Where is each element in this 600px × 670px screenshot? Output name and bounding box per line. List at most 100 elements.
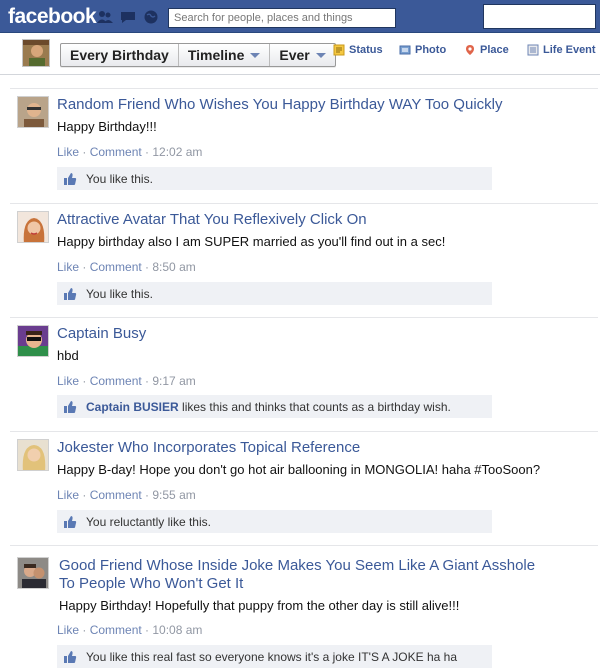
action-label: Photo [415, 44, 447, 56]
timeline-composer: Every Birthday Timeline Ever [0, 34, 600, 75]
place-pin-icon [466, 45, 474, 55]
liker-name-link[interactable]: Captain BUSIER [86, 400, 179, 414]
friend-avatar-image [18, 212, 48, 242]
notification-jewels [96, 9, 160, 25]
post-timestamp[interactable]: 9:17 am [152, 374, 195, 388]
wall-post: Attractive Avatar That You Reflexively C… [17, 211, 598, 311]
search-input[interactable]: Search for people, places and things [168, 8, 396, 28]
top-navigation-bar: facebook Search for people, places and t… [0, 0, 600, 33]
comment-link[interactable]: Comment [90, 260, 142, 274]
post-author-link[interactable]: Captain Busy [57, 325, 146, 343]
comment-link[interactable]: Comment [90, 374, 142, 388]
post-message: hbd [57, 348, 79, 363]
meta-separator: · [79, 374, 90, 388]
life-event-icon [527, 44, 539, 56]
thumbs-up-icon [64, 400, 77, 413]
like-link[interactable]: Like [57, 374, 79, 388]
meta-separator: · [79, 488, 90, 502]
chevron-down-icon [250, 52, 261, 58]
post-meta: Like · Comment · 8:50 am [57, 260, 196, 274]
likes-text: You reluctantly like this. [86, 514, 211, 529]
filter-label: Ever [279, 47, 310, 63]
meta-separator: · [141, 145, 153, 159]
likes-summary: You like this. [57, 167, 492, 190]
post-meta: Like · Comment · 9:17 am [57, 374, 196, 388]
account-area[interactable] [483, 4, 596, 29]
photo-icon [399, 45, 411, 55]
filter-label: Timeline [187, 47, 245, 63]
comment-link[interactable]: Comment [90, 623, 142, 637]
post-avatar[interactable] [17, 557, 49, 589]
timeline-filter-group: Every Birthday Timeline Ever [60, 43, 336, 67]
feed-divider [10, 203, 598, 204]
like-link[interactable]: Like [57, 623, 79, 637]
wall-post: Good Friend Whose Inside Joke Makes You … [17, 557, 598, 670]
filter-every-birthday[interactable]: Every Birthday [61, 44, 179, 66]
action-label: Life Event [543, 44, 596, 56]
meta-separator: · [79, 623, 90, 637]
status-action[interactable]: Status [333, 44, 383, 56]
likes-summary: You like this. [57, 282, 492, 305]
post-timestamp[interactable]: 9:55 am [152, 488, 195, 502]
post-meta: Like · Comment · 10:08 am [57, 623, 202, 637]
friend-avatar-image [18, 97, 48, 127]
facebook-logo[interactable]: facebook [8, 5, 97, 29]
post-message: Happy birthday also I am SUPER married a… [57, 234, 446, 249]
feed-divider [10, 317, 598, 318]
post-avatar[interactable] [17, 96, 49, 128]
thumbs-up-icon [64, 650, 77, 663]
place-action[interactable]: Place [464, 44, 509, 56]
post-meta: Like · Comment · 9:55 am [57, 488, 196, 502]
post-timestamp[interactable]: 10:08 am [152, 623, 202, 637]
friend-requests-icon[interactable] [96, 9, 114, 25]
like-link[interactable]: Like [57, 145, 79, 159]
likes-text: You like this. [86, 171, 153, 186]
my-avatar[interactable] [22, 39, 50, 67]
post-timestamp[interactable]: 12:02 am [152, 145, 202, 159]
post-meta: Like · Comment · 12:02 am [57, 145, 202, 159]
likes-summary: You like this real fast so everyone know… [57, 645, 492, 668]
like-link[interactable]: Like [57, 260, 79, 274]
filter-timeline-dropdown[interactable]: Timeline [179, 44, 271, 66]
thumbs-up-icon [64, 287, 77, 300]
post-message: Happy Birthday! Hopefully that puppy fro… [59, 598, 460, 613]
friend-avatar-image [18, 440, 48, 470]
thumbs-up-icon [64, 515, 77, 528]
post-avatar[interactable] [17, 325, 49, 357]
likes-text: You like this. [86, 286, 153, 301]
likes-summary: Captain BUSIER likes this and thinks tha… [57, 395, 492, 418]
like-link[interactable]: Like [57, 488, 79, 502]
friend-avatar-image [18, 326, 48, 356]
post-avatar[interactable] [17, 211, 49, 243]
post-author-link[interactable]: Attractive Avatar That You Reflexively C… [57, 211, 367, 229]
life-event-action[interactable]: Life Event [527, 44, 596, 56]
post-author-link[interactable]: Good Friend Whose Inside Joke Makes You … [59, 557, 535, 593]
filter-ever-dropdown[interactable]: Ever [270, 44, 334, 66]
my-avatar-image [23, 40, 49, 66]
author-line: Good Friend Whose Inside Joke Makes You … [59, 557, 536, 574]
author-line: To People Who Won't Get It [59, 575, 244, 592]
photo-action[interactable]: Photo [399, 44, 446, 56]
post-avatar[interactable] [17, 439, 49, 471]
comment-link[interactable]: Comment [90, 488, 142, 502]
post-timestamp[interactable]: 8:50 am [152, 260, 195, 274]
post-author-link[interactable]: Random Friend Who Wishes You Happy Birth… [57, 96, 502, 114]
post-message: Happy B-day! Hope you don't go hot air b… [57, 462, 541, 477]
messages-icon[interactable] [119, 9, 137, 25]
post-message: Happy Birthday!!! [57, 119, 157, 134]
action-label: Place [480, 44, 509, 56]
notifications-globe-icon[interactable] [142, 9, 160, 25]
likes-text: You like this real fast so everyone know… [86, 649, 457, 664]
meta-separator: · [79, 260, 90, 274]
chevron-down-icon [315, 52, 326, 58]
feed-divider [10, 88, 598, 89]
meta-separator: · [79, 145, 90, 159]
meta-separator: · [141, 374, 153, 388]
likes-summary: You reluctantly like this. [57, 510, 492, 533]
comment-link[interactable]: Comment [90, 145, 142, 159]
feed-divider [10, 545, 598, 546]
likes-text: likes this and thinks that counts as a b… [182, 399, 451, 414]
meta-separator: · [141, 623, 153, 637]
action-label: Status [349, 44, 383, 56]
post-author-link[interactable]: Jokester Who Incorporates Topical Refere… [57, 439, 360, 457]
